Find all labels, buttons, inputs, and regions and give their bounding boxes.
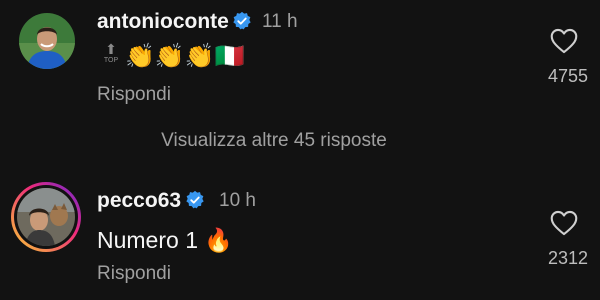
comment-text: 👏👏👏🇮🇹 (125, 43, 245, 70)
profile-photo-icon (19, 13, 75, 69)
comment-item: pecco63 10 h Numero 1 🔥 Rispondi 2312 (0, 170, 600, 300)
like-count: 4755 (547, 66, 588, 86)
verified-badge-icon (186, 190, 204, 209)
reply-button[interactable]: Rispondi (97, 84, 171, 106)
avatar[interactable] (19, 13, 75, 69)
heart-icon[interactable] (550, 28, 578, 54)
verified-badge-icon (233, 11, 251, 30)
top-arrow-icon: ⬆ TOP (100, 42, 122, 70)
avatar[interactable] (11, 182, 81, 252)
profile-photo-icon (17, 188, 75, 246)
heart-icon[interactable] (550, 210, 578, 236)
comment-item: antonioconte 11 h ⬆ TOP 👏👏👏🇮🇹 Rispondi 4… (0, 0, 600, 120)
reply-button[interactable]: Rispondi (97, 263, 171, 285)
comment-username[interactable]: antonioconte (97, 10, 229, 34)
comment-timestamp: 11 h (262, 11, 298, 32)
comment-username[interactable]: pecco63 (97, 189, 181, 213)
comment-text: Numero 1 🔥 (97, 227, 234, 253)
view-more-replies-link[interactable]: Visualizza altre 45 risposte (0, 130, 548, 152)
like-count: 2312 (547, 248, 588, 268)
comment-timestamp: 10 h (219, 190, 256, 211)
top-arrow-glyph: ⬆ (105, 41, 117, 57)
top-arrow-caption: TOP (103, 57, 119, 64)
